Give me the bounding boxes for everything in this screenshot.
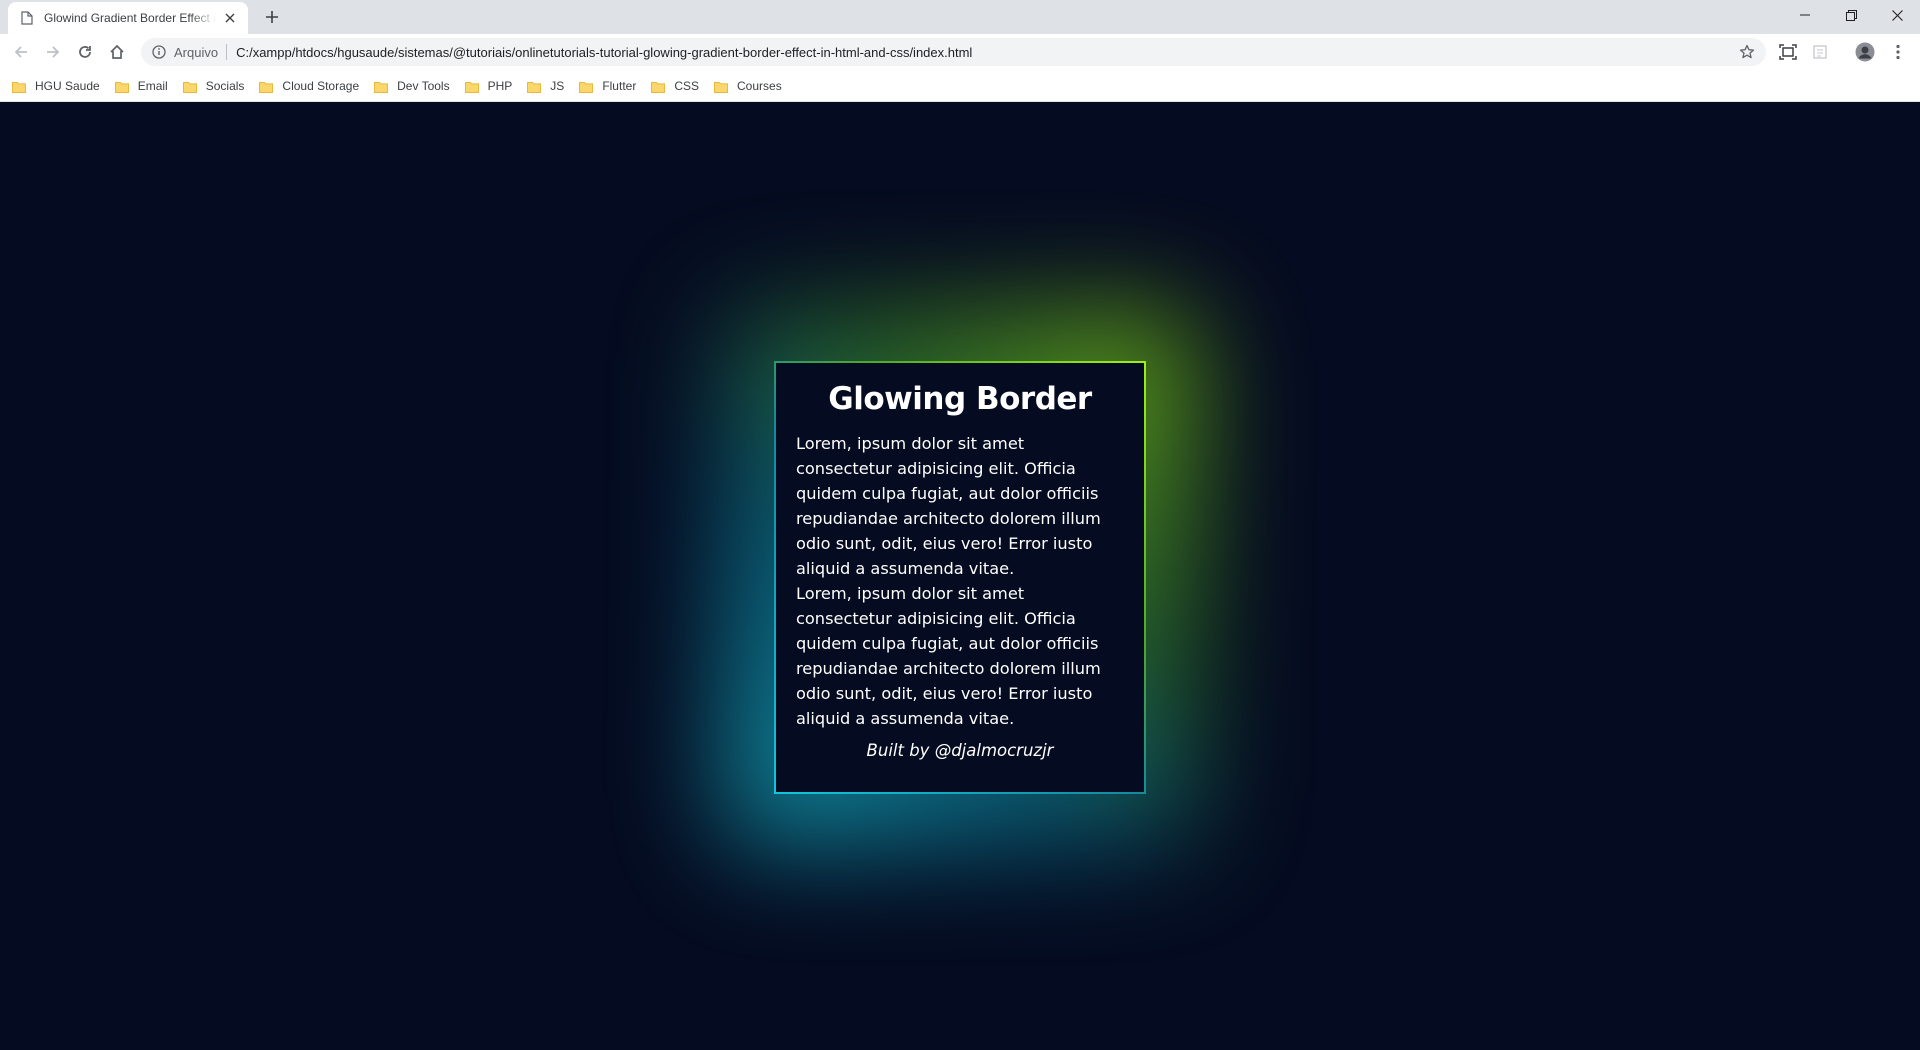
bookmark-label: Email [137, 78, 168, 93]
bookmark-label: Flutter [602, 78, 637, 93]
browser-toolbar: Arquivo C:/xampp/htdocs/hgusaude/sistema… [0, 34, 1920, 70]
security-chip[interactable]: Arquivo [174, 45, 218, 60]
bookmark-folder-hgu-saude[interactable]: HGU Saude [12, 74, 100, 98]
browser-tab[interactable]: Glowind Gradient Border Effect in HTML a… [8, 2, 248, 34]
folder-icon [114, 80, 129, 93]
bookmark-folder-dev-tools[interactable]: Dev Tools [374, 74, 450, 98]
bookmark-folder-courses[interactable]: Courses [714, 74, 782, 98]
bookmark-label: Courses [737, 78, 782, 93]
tab-strip: Glowind Gradient Border Effect in HTML a… [0, 0, 1920, 34]
bookmark-label: PHP [487, 78, 513, 93]
bookmark-star-icon[interactable] [1738, 43, 1756, 61]
tab-title: Glowind Gradient Border Effect in HTML a… [44, 11, 216, 25]
info-icon[interactable] [151, 44, 167, 60]
card-paragraph: Lorem, ipsum dolor sit amet consectetur … [796, 434, 1101, 578]
restore-button[interactable] [1828, 0, 1874, 30]
bookmark-label: HGU Saude [35, 78, 100, 93]
bookmark-folder-cloud-storage[interactable]: Cloud Storage [259, 74, 359, 98]
card-credit: Built by @djalmocruzjr [866, 741, 1054, 760]
bookmark-folder-js[interactable]: JS [527, 74, 564, 98]
close-tab-icon[interactable] [222, 10, 238, 26]
bookmark-folder-flutter[interactable]: Flutter [579, 74, 636, 98]
card-content: Glowing Border Lorem, ipsum dolor sit am… [776, 363, 1144, 792]
forward-button[interactable] [41, 40, 65, 64]
page-icon [20, 11, 34, 25]
card-title: Glowing Border [828, 381, 1092, 417]
screen-capture-icon[interactable] [1776, 40, 1800, 64]
folder-icon [651, 80, 666, 93]
address-divider [226, 44, 228, 60]
bookmark-folder-email[interactable]: Email [114, 74, 168, 98]
menu-kebab-icon[interactable] [1886, 40, 1910, 64]
profile-avatar[interactable] [1853, 40, 1877, 64]
folder-icon [579, 80, 594, 93]
bookmark-label: Socials [205, 78, 245, 93]
reload-button[interactable] [73, 40, 97, 64]
close-window-button[interactable] [1874, 0, 1920, 30]
minimize-button[interactable] [1782, 0, 1828, 30]
bookmark-folder-css[interactable]: CSS [651, 74, 699, 98]
bookmark-label: Cloud Storage [282, 78, 360, 93]
folder-icon [714, 80, 729, 93]
url-text[interactable]: C:/xampp/htdocs/hgusaude/sistemas/@tutor… [236, 45, 972, 60]
extension-icon[interactable] [1808, 40, 1832, 64]
address-bar[interactable]: Arquivo C:/xampp/htdocs/hgusaude/sistema… [141, 38, 1766, 66]
home-button[interactable] [105, 40, 129, 64]
folder-icon [527, 80, 542, 93]
folder-icon [182, 80, 197, 93]
back-button[interactable] [9, 40, 33, 64]
card-paragraph: Lorem, ipsum dolor sit amet consectetur … [796, 584, 1101, 728]
folder-icon [12, 80, 26, 93]
bookmark-folder-php[interactable]: PHP [464, 74, 513, 98]
folder-icon [259, 80, 274, 93]
bookmarks-bar: HGU Saude Email Socials Cloud Storage De… [0, 70, 1920, 102]
new-tab-button[interactable] [262, 7, 282, 27]
bookmark-label: Dev Tools [397, 78, 450, 93]
bookmark-label: CSS [674, 78, 700, 93]
bookmark-label: JS [550, 78, 565, 93]
page-viewport: Glowing Border Lorem, ipsum dolor sit am… [0, 103, 1920, 1050]
glowing-card: Glowing Border Lorem, ipsum dolor sit am… [724, 311, 1196, 844]
folder-icon [374, 80, 389, 93]
folder-icon [464, 80, 479, 93]
bookmark-folder-socials[interactable]: Socials [182, 74, 245, 98]
